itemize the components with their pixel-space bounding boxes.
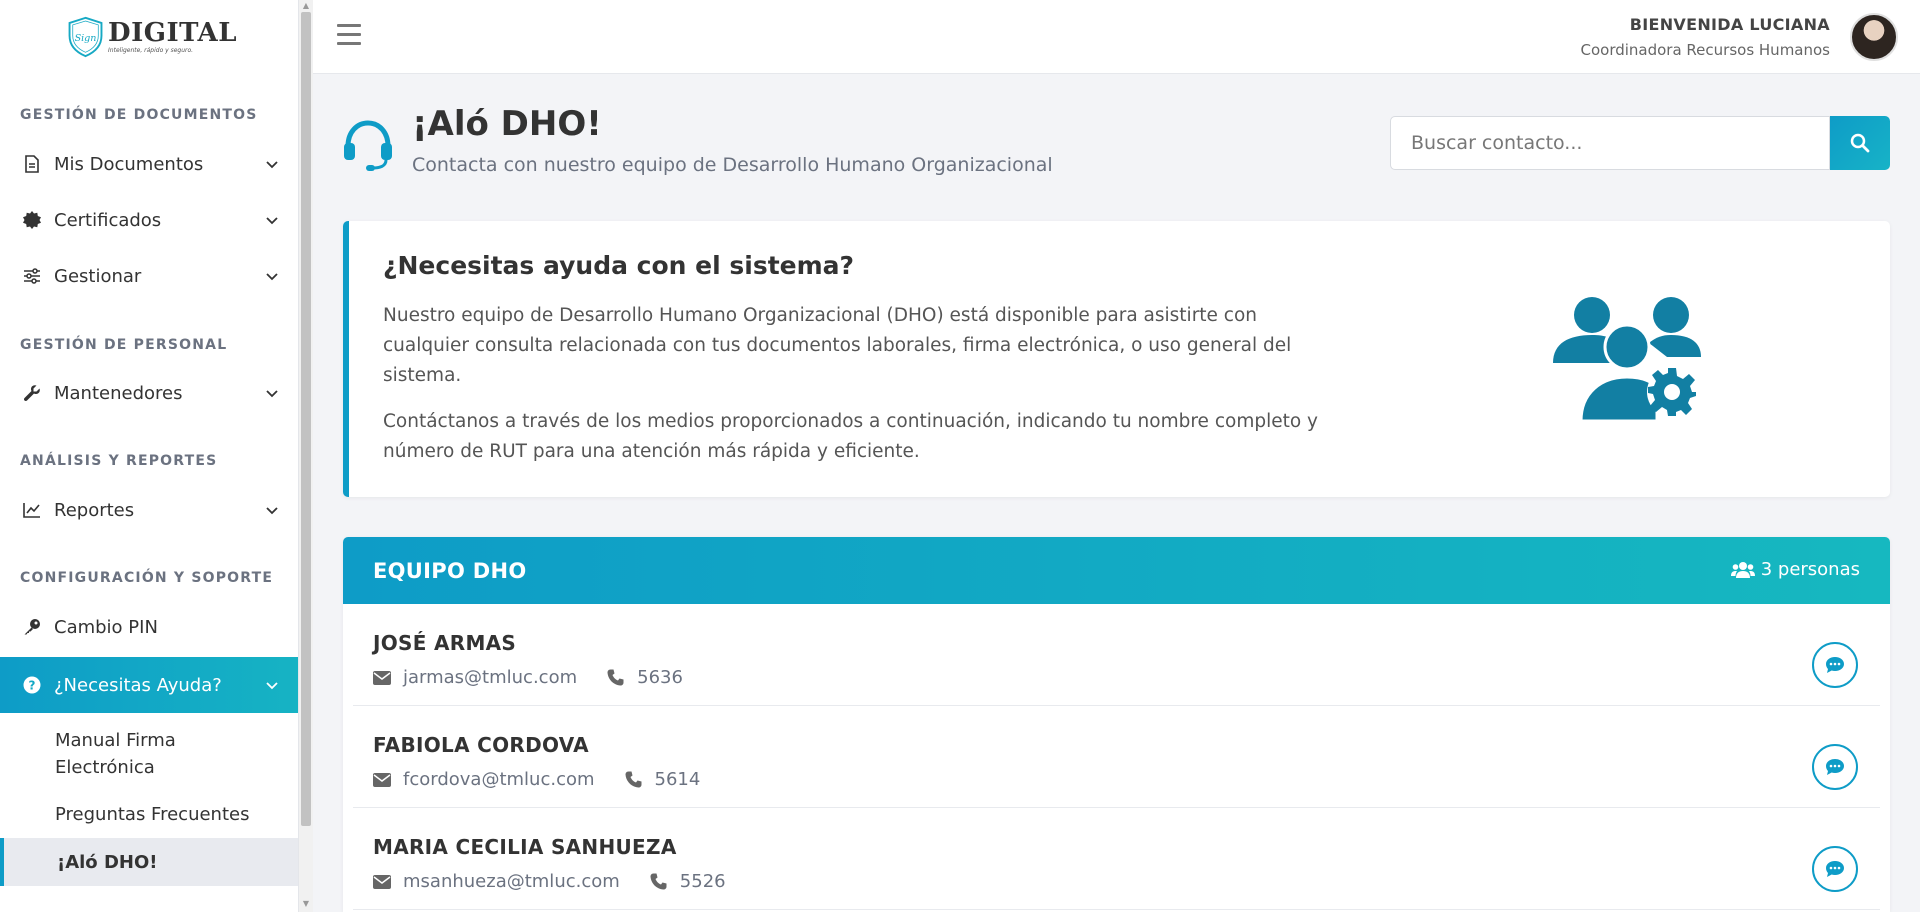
sidebar-item-label: Certificados (54, 209, 162, 231)
contact-phone[interactable]: 5636 (637, 667, 683, 688)
page-subtitle: Contacta con nuestro equipo de Desarroll… (412, 154, 1053, 176)
page-title: ¡Aló DHO! (412, 104, 602, 144)
chart-line-icon (22, 500, 42, 520)
help-paragraph-2: Contáctanos a través de los medios propo… (383, 411, 1318, 462)
section-title-personal: GESTIÓN DE PERSONAL (20, 337, 228, 353)
users-cog-icon (1553, 297, 1701, 423)
sidebar-subitem-preguntas-frecuentes[interactable]: Preguntas Frecuentes (0, 801, 298, 828)
search-contact-input[interactable] (1390, 116, 1830, 170)
help-card: ¿Necesitas ayuda con el sistema? Nuestro… (343, 221, 1890, 497)
logo-text: DIGITAL Inteligente, rápido y seguro. (108, 20, 237, 54)
contact-email[interactable]: fcordova@tmluc.com (403, 769, 595, 790)
phone-icon (625, 771, 643, 789)
logo-tagline: Inteligente, rápido y seguro. (108, 47, 194, 54)
sidebar-item-label: Gestionar (54, 265, 142, 287)
sidebar-item-label: ¿Necesitas Ayuda? (54, 674, 222, 696)
sidebar-subitem-manual-firma[interactable]: Manual Firma Electrónica (0, 727, 240, 781)
sidebar-item-mis-documentos[interactable]: Mis Documentos (0, 137, 298, 191)
sidebar-item-gestionar[interactable]: Gestionar (0, 249, 298, 303)
sidebar-item-mantenedores[interactable]: Mantenedores (0, 366, 298, 420)
user-name: LUCIANA (1749, 15, 1830, 34)
team-count-label: 3 personas (1760, 559, 1860, 580)
team-header: EQUIPO DHO 3 personas (343, 537, 1890, 604)
certificate-icon (22, 210, 42, 230)
svg-text:?: ? (29, 679, 36, 693)
contact-name: FABIOLA CORDOVA (373, 733, 589, 757)
sidebar-item-necesitas-ayuda[interactable]: ? ¿Necesitas Ayuda? (0, 657, 298, 713)
headset-icon (344, 120, 392, 171)
chat-button[interactable] (1812, 846, 1858, 892)
sidebar-item-cambio-pin[interactable]: Cambio PIN (0, 600, 298, 654)
search-button[interactable] (1830, 116, 1890, 170)
brand-logo[interactable]: Sign DIGITAL Inteligente, rápido y segur… (67, 4, 237, 70)
team-count: 3 personas (1730, 559, 1860, 580)
chevron-down-icon (266, 217, 278, 225)
chat-bubble-icon (1826, 861, 1844, 877)
contact-info: jarmas@tmluc.com 5636 (373, 667, 683, 688)
welcome-text: BIENVENIDA LUCIANA (1630, 15, 1830, 34)
hamburger-menu-icon[interactable] (337, 24, 361, 46)
contact-info: fcordova@tmluc.com 5614 (373, 769, 700, 790)
logo-word: DIGITAL (108, 18, 237, 48)
phone-icon (607, 669, 625, 687)
chevron-down-icon (266, 273, 278, 281)
sidebar-item-label: Reportes (54, 499, 135, 521)
sidebar-item-certificados[interactable]: Certificados (0, 193, 298, 247)
document-icon (22, 154, 42, 174)
sidebar-item-reportes[interactable]: Reportes (0, 483, 298, 537)
envelope-icon (373, 771, 391, 789)
welcome-prefix: BIENVENIDA (1629, 15, 1744, 34)
search-icon (1850, 133, 1870, 153)
sidebar-item-label: Mis Documentos (54, 153, 204, 175)
sliders-icon (22, 266, 42, 286)
chevron-down-icon (266, 682, 278, 690)
chevron-down-icon (266, 390, 278, 398)
sidebar-item-label: Mantenedores (54, 382, 183, 404)
avatar[interactable] (1850, 13, 1898, 61)
team-title: EQUIPO DHO (373, 559, 527, 583)
contact-row: MARIA CECILIA SANHUEZA msanhueza@tmluc.c… (353, 808, 1880, 910)
question-circle-icon: ? (22, 675, 42, 695)
scroll-up-arrow-icon[interactable]: ▲ (301, 2, 311, 10)
key-icon (22, 617, 42, 637)
sidebar-subitem-alo-dho[interactable]: ¡Aló DHO! (0, 838, 298, 886)
section-title-configuracion: CONFIGURACIÓN Y SOPORTE (20, 570, 274, 586)
chevron-down-icon (266, 507, 278, 515)
section-title-analisis: ANÁLISIS Y REPORTES (20, 453, 218, 469)
top-bar: BIENVENIDA LUCIANA Coordinadora Recursos… (313, 0, 1920, 74)
sidebar-scrollbar-thumb[interactable] (301, 12, 311, 826)
wrench-icon (22, 383, 42, 403)
contact-phone[interactable]: 5614 (655, 769, 701, 790)
logo-script: Sign (75, 33, 97, 44)
envelope-icon (373, 669, 391, 687)
chat-bubble-icon (1826, 759, 1844, 775)
contact-name: MARIA CECILIA SANHUEZA (373, 835, 677, 859)
chat-button[interactable] (1812, 642, 1858, 688)
envelope-icon (373, 873, 391, 891)
users-icon (1730, 561, 1755, 578)
user-role: Coordinadora Recursos Humanos (1580, 41, 1830, 59)
sidebar: Sign DIGITAL Inteligente, rápido y segur… (0, 0, 299, 912)
scroll-down-arrow-icon[interactable]: ▼ (301, 900, 311, 908)
chat-button[interactable] (1812, 744, 1858, 790)
contact-email[interactable]: msanhueza@tmluc.com (403, 871, 620, 892)
contact-email[interactable]: jarmas@tmluc.com (403, 667, 577, 688)
chat-bubble-icon (1826, 657, 1844, 673)
contact-phone[interactable]: 5526 (680, 871, 726, 892)
help-title: ¿Necesitas ayuda con el sistema? (383, 251, 855, 280)
sidebar-item-label: Cambio PIN (54, 616, 158, 638)
contact-info: msanhueza@tmluc.com 5526 (373, 871, 726, 892)
sidebar-content: Sign DIGITAL Inteligente, rápido y segur… (0, 0, 298, 912)
chevron-down-icon (266, 161, 278, 169)
help-paragraph-1: Nuestro equipo de Desarrollo Humano Orga… (383, 305, 1292, 386)
contact-row: JOSÉ ARMAS jarmas@tmluc.com 5636 (353, 604, 1880, 706)
contact-name: JOSÉ ARMAS (373, 631, 517, 655)
shield-logo-icon: Sign (68, 16, 103, 58)
contact-row: FABIOLA CORDOVA fcordova@tmluc.com 5614 (353, 706, 1880, 808)
team-card: EQUIPO DHO 3 personas JOSÉ ARMAS jarmas@… (343, 537, 1890, 912)
phone-icon (650, 873, 668, 891)
section-title-documentos: GESTIÓN DE DOCUMENTOS (20, 107, 258, 123)
